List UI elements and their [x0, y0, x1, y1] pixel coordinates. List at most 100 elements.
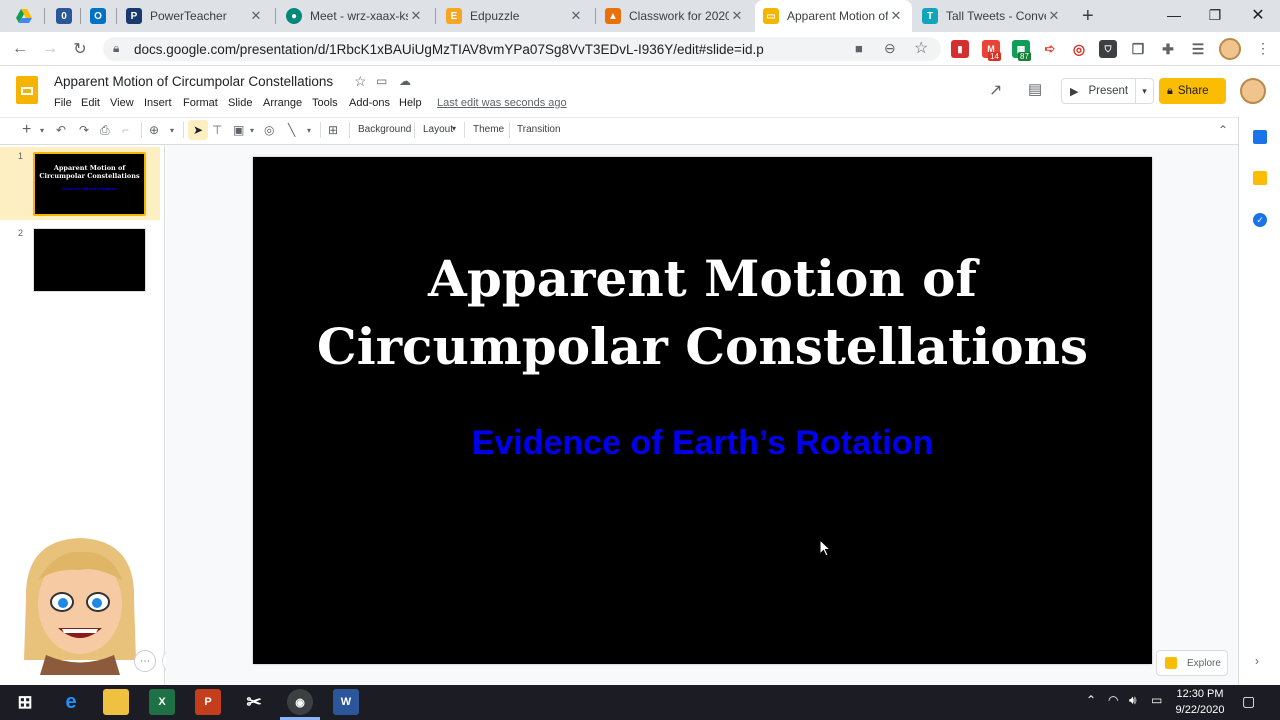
tab-google-classroom[interactable]: ▲ Classwork for 2020 ✕	[597, 0, 753, 32]
present-dropdown-icon[interactable]: ▾	[1135, 79, 1153, 103]
tab-edpuzzle[interactable]: E Edpuzzle ✕	[438, 0, 592, 32]
edge-icon[interactable]: e	[58, 689, 84, 715]
recorder-more-icon[interactable]: ⋯	[134, 650, 156, 672]
theme-button[interactable]: Theme	[473, 124, 504, 135]
battery-icon[interactable]: ▭	[1151, 693, 1162, 707]
undo-icon[interactable]: ↶	[56, 120, 66, 140]
copy-extension-icon[interactable]: ❐	[1129, 40, 1147, 58]
slide-thumbnail-1[interactable]: Apparent Motion of Circumpolar Constella…	[33, 152, 146, 216]
word-icon[interactable]: W	[333, 689, 359, 715]
shape-icon[interactable]: ◎	[264, 120, 274, 140]
minimize-icon[interactable]: —	[1151, 0, 1197, 30]
wifi-icon[interactable]: ◠	[1108, 693, 1118, 707]
tab-tall-tweets[interactable]: T Tall Tweets - Conver ✕	[914, 0, 1070, 32]
menu-view[interactable]: View	[110, 97, 134, 109]
close-tab-icon[interactable]: ✕	[408, 8, 424, 24]
lock-icon[interactable]: 🔒︎	[113, 41, 119, 56]
comments-icon[interactable]: ▤	[1028, 80, 1042, 98]
collapse-toolbar-icon[interactable]: ⌃	[1218, 120, 1228, 140]
powerpoint-icon[interactable]: P	[195, 689, 221, 715]
line-icon[interactable]: ╲	[288, 120, 295, 140]
calendar-icon[interactable]	[1253, 130, 1267, 144]
snipping-tool-icon[interactable]: ✂	[241, 689, 267, 715]
tab-outlook[interactable]: O	[82, 0, 116, 32]
excel-icon[interactable]: X	[149, 689, 175, 715]
menu-arrange[interactable]: Arrange	[263, 97, 302, 109]
show-hidden-icons-icon[interactable]: ⌃	[1086, 693, 1096, 707]
image-icon[interactable]: ▣	[233, 120, 244, 140]
tab-powerteacher[interactable]: P PowerTeacher ✕	[118, 0, 272, 32]
line-dropdown-icon[interactable]: ▾	[307, 120, 311, 140]
close-tab-icon[interactable]: ✕	[729, 8, 745, 24]
last-edit-link[interactable]: Last edit was seconds ago	[437, 97, 567, 109]
profile-avatar[interactable]	[1219, 38, 1241, 60]
tab-google-drive[interactable]	[8, 0, 44, 32]
zoom-icon[interactable]: ⊕	[149, 120, 159, 140]
activity-trend-icon[interactable]: ↗	[989, 80, 1002, 100]
paint-format-icon[interactable]: ⌐	[122, 120, 129, 140]
slide-title[interactable]: Apparent Motion of Circumpolar Constella…	[253, 245, 1152, 381]
volume-icon[interactable]: 🔊︎	[1129, 693, 1137, 708]
share-button[interactable]: 🔒︎ Share	[1159, 78, 1226, 104]
transition-button[interactable]: Transition	[517, 124, 561, 135]
new-slide-plus-icon[interactable]: +	[22, 120, 31, 140]
windows-start-icon[interactable]: ⊞	[12, 689, 38, 715]
reload-icon[interactable]: ↻	[68, 37, 92, 61]
close-tab-icon[interactable]: ✕	[1046, 8, 1062, 24]
bookmark-star-icon[interactable]: ☆	[914, 38, 928, 58]
file-explorer-icon[interactable]	[103, 689, 129, 715]
menu-slide[interactable]: Slide	[228, 97, 252, 109]
taskbar-time[interactable]: 12:30 PM	[1170, 688, 1230, 700]
account-avatar[interactable]	[1240, 78, 1266, 104]
cloud-saved-icon[interactable]: ☁	[399, 74, 411, 88]
background-button[interactable]: Background	[358, 124, 411, 135]
explore-button[interactable]: Explore	[1156, 650, 1228, 676]
zoom-dropdown-icon[interactable]: ▾	[170, 120, 174, 140]
tab-google-slides-active[interactable]: ▭ Apparent Motion of ✕	[755, 0, 912, 32]
forward-arrow-icon[interactable]: →	[38, 37, 62, 61]
menu-format[interactable]: Format	[183, 97, 218, 109]
print-icon[interactable]: ⎙	[100, 120, 110, 140]
camera-icon[interactable]: ■	[855, 41, 863, 56]
close-window-icon[interactable]: ✕	[1235, 0, 1280, 30]
back-arrow-icon[interactable]: ←	[8, 37, 32, 61]
menu-insert[interactable]: Insert	[144, 97, 172, 109]
expand-panel-icon[interactable]: ›	[1255, 654, 1259, 668]
slide-subtitle[interactable]: Evidence of Earth’s Rotation	[253, 424, 1152, 463]
record-extension-icon[interactable]: ◎	[1070, 40, 1088, 58]
puzzle-extensions-icon[interactable]: ✚	[1159, 40, 1177, 58]
menu-edit[interactable]: Edit	[81, 97, 100, 109]
tab-onenote[interactable]: 0	[48, 0, 82, 32]
slide-thumbnail-2[interactable]	[33, 228, 146, 292]
shield-extension-icon[interactable]: ⛉	[1099, 40, 1117, 58]
move-folder-icon[interactable]: ▭	[376, 74, 387, 88]
presentation-title[interactable]: Apparent Motion of Circumpolar Constella…	[54, 74, 333, 89]
close-tab-icon[interactable]: ✕	[568, 8, 584, 24]
tab-google-meet[interactable]: ● Meet - wrz-xaax-ksf ✕	[278, 0, 432, 32]
bookmark-extension-icon[interactable]: ▮	[951, 40, 969, 58]
redo-icon[interactable]: ↷	[79, 120, 89, 140]
select-cursor-icon[interactable]: ➤	[188, 120, 208, 140]
current-slide[interactable]: Apparent Motion of Circumpolar Constella…	[253, 157, 1152, 664]
present-button[interactable]: ▶ Present ▾	[1061, 78, 1154, 104]
star-icon[interactable]: ☆	[354, 73, 367, 90]
google-slides-logo[interactable]	[16, 76, 38, 104]
layout-button[interactable]: Layout	[423, 124, 453, 135]
menu-file[interactable]: File	[54, 97, 72, 109]
more-options-icon[interactable]: ⋮	[1256, 40, 1270, 57]
zoom-icon[interactable]: ⊖	[884, 40, 896, 57]
menu-add-ons[interactable]: Add-ons	[349, 97, 390, 109]
new-slide-dropdown-icon[interactable]: ▾	[40, 120, 44, 140]
taskbar-date[interactable]: 9/22/2020	[1170, 704, 1230, 716]
keep-icon[interactable]	[1253, 171, 1267, 185]
close-tab-icon[interactable]: ✕	[248, 8, 264, 24]
screencast-extension-icon[interactable]: ➪	[1041, 40, 1059, 58]
chrome-icon[interactable]: ◉	[287, 689, 313, 715]
tasks-icon[interactable]: ✓	[1253, 213, 1267, 227]
restore-icon[interactable]: ❐	[1192, 0, 1238, 30]
menu-tools[interactable]: Tools	[312, 97, 338, 109]
reading-list-icon[interactable]: ☰	[1189, 40, 1207, 58]
add-comment-icon[interactable]: ⊞	[328, 120, 338, 140]
action-center-icon[interactable]: ▢	[1242, 693, 1255, 710]
image-dropdown-icon[interactable]: ▾	[250, 120, 254, 140]
